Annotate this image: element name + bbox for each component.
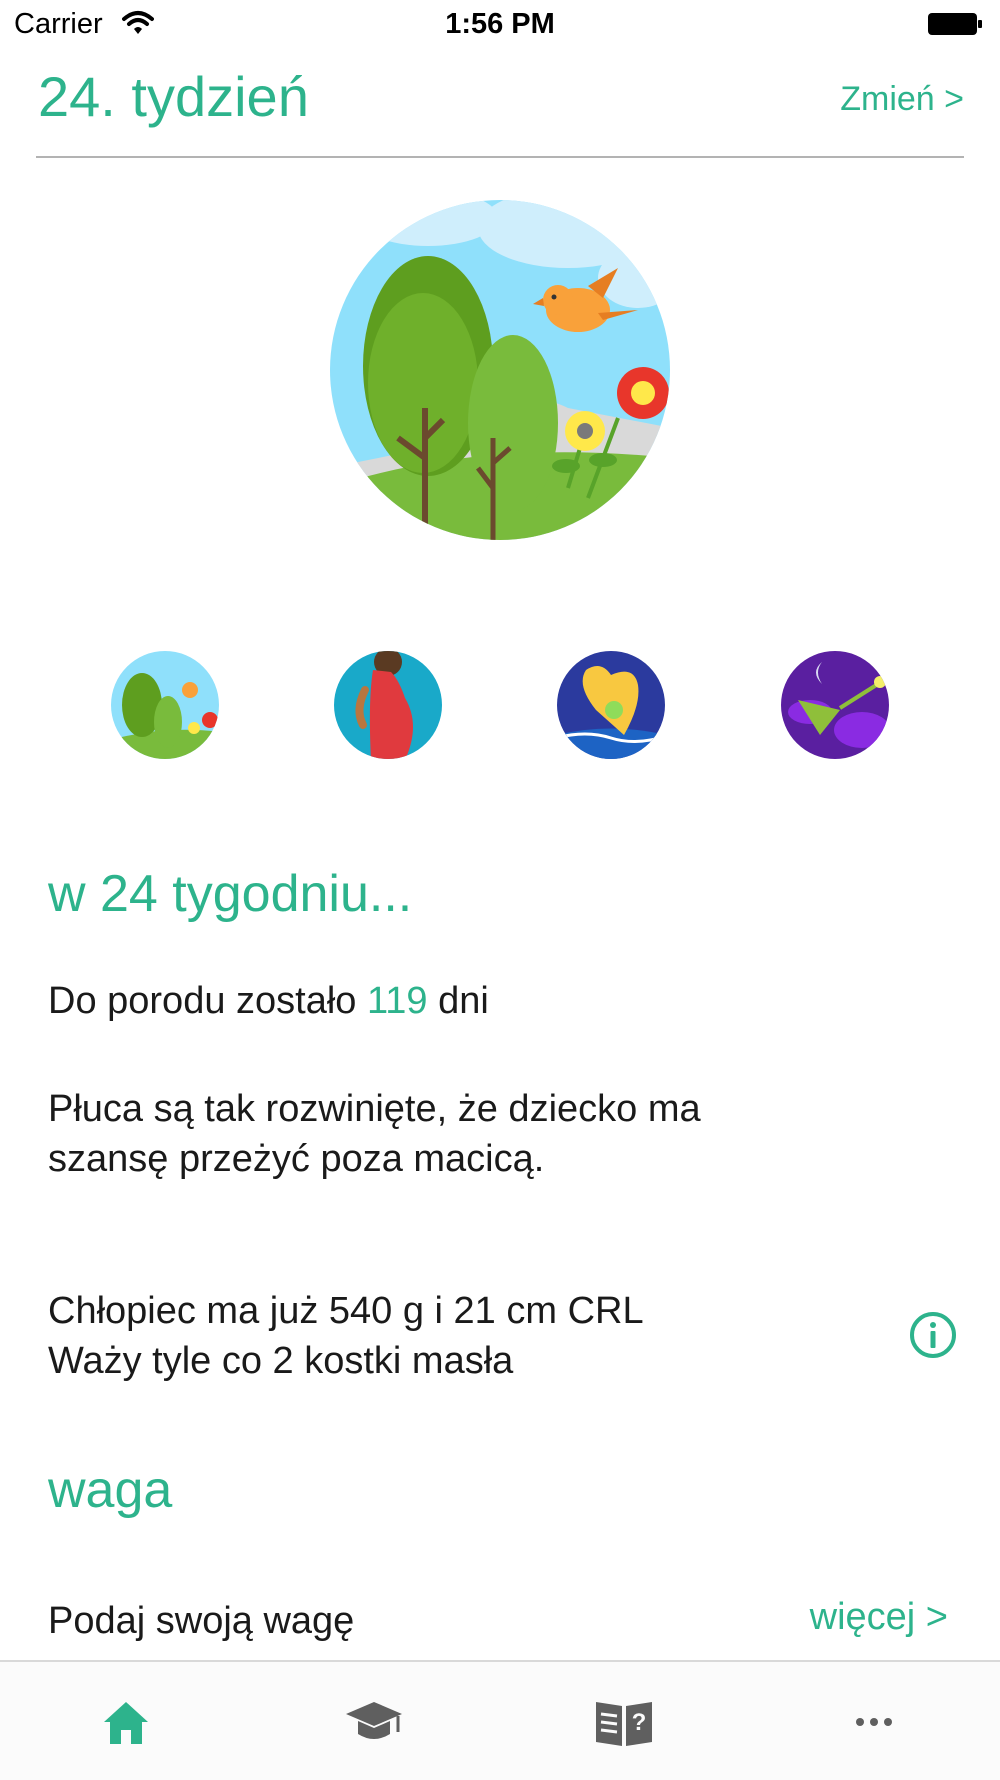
countdown-prefix: Do porodu zostało (48, 980, 367, 1022)
home-icon[interactable] (96, 1692, 156, 1752)
hero-nature-illustration (330, 200, 670, 540)
nature-thumb[interactable] (110, 650, 220, 760)
baby-size-line1: Chłopiec ma już 540 g i 21 cm CRL (48, 1290, 644, 1332)
baby-heart-thumb[interactable] (556, 650, 666, 760)
pregnant-woman-thumb[interactable] (333, 650, 443, 760)
change-week-link[interactable]: Zmień > (840, 80, 964, 119)
baby-size-fact: Chłopiec ma już 540 g i 21 cm CRL Waży t… (48, 1286, 644, 1386)
night-bird-thumb[interactable] (780, 650, 890, 760)
weight-section-title: waga (48, 1461, 173, 1519)
info-icon[interactable] (908, 1310, 958, 1360)
book-question-icon[interactable]: ? (594, 1692, 654, 1752)
clock: 1:56 PM (445, 8, 555, 40)
more-dots-icon[interactable] (844, 1692, 904, 1752)
weight-prompt[interactable]: Podaj swoją wagę (48, 1596, 354, 1646)
countdown-days: 119 (366, 980, 428, 1022)
header-divider (36, 156, 964, 158)
week-title: 24. tydzień (38, 65, 309, 128)
lungs-fact: Płuca są tak rozwinięte, że dziecko ma s… (48, 1084, 701, 1184)
status-bar: Carrier 1:56 PM (0, 0, 1000, 50)
birth-countdown: Do porodu zostało 119 dni (48, 976, 489, 1026)
weight-more-link[interactable]: więcej > (810, 1596, 948, 1639)
graduation-cap-icon[interactable] (344, 1692, 404, 1752)
svg-text:?: ? (632, 1709, 647, 1736)
tab-bar: ? (0, 1660, 1000, 1780)
lungs-fact-line1: Płuca są tak rozwinięte, że dziecko ma (48, 1088, 701, 1130)
battery-icon (928, 13, 982, 35)
week-section-title: w 24 tygodniu... (48, 865, 413, 923)
countdown-suffix: dni (427, 980, 489, 1022)
lungs-fact-line2: szansę przeżyć poza macicą. (48, 1138, 545, 1180)
baby-size-line2: Waży tyle co 2 kostki masła (48, 1340, 514, 1382)
